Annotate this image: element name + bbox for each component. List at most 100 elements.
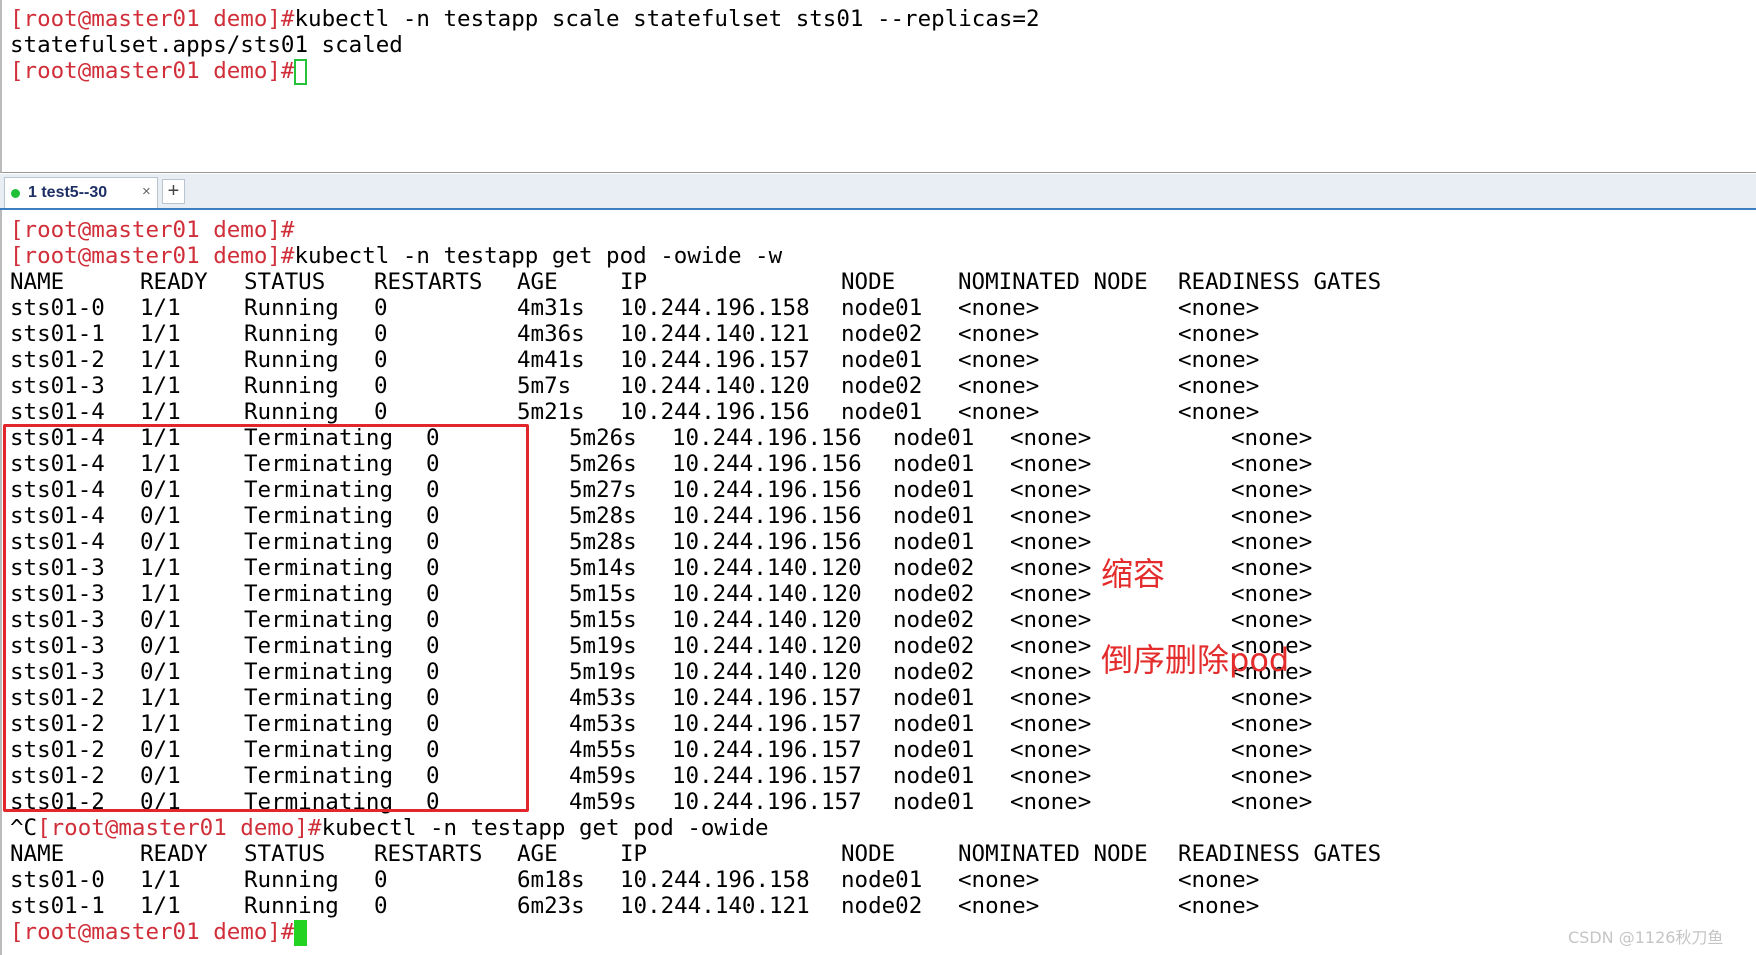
readiness-gates-cell: <none> (1231, 763, 1313, 789)
age-cell: 5m26s (569, 425, 637, 451)
nominated-node-cell: <none> (1010, 763, 1092, 789)
readiness-gates-cell: <none> (1178, 399, 1260, 425)
restarts-cell: 0 (374, 893, 388, 919)
age-cell: 4m55s (569, 737, 637, 763)
shell-prompt: [root@master01 demo]# (10, 217, 295, 243)
session-tab-label: 1 test5--30 (28, 184, 108, 201)
table-row: sts01-0 1/1 Running 0 4m31s 10.244.196.158 nod… (10, 295, 1750, 321)
ip-cell: 10.244.196.156 (672, 425, 862, 451)
restarts-cell: 0 (374, 347, 388, 373)
scale-down-annotation: 缩容 (1101, 555, 1166, 593)
node-cell: node01 (841, 399, 923, 425)
age-cell: 5m19s (569, 633, 637, 659)
status-cell: STATUS (244, 269, 326, 295)
ip-cell: 10.244.196.157 (672, 737, 862, 763)
readiness-gates-cell: <none> (1231, 789, 1313, 815)
table-row: sts01-1 1/1 Running 0 4m36s 10.244.140.121 nod… (10, 321, 1750, 347)
ip-cell: 10.244.196.157 (672, 685, 862, 711)
status-cell: Running (244, 893, 339, 919)
table-header-row: NAME READY STATUS RESTARTS AGE IP NODE NOMINATE… (10, 269, 1750, 295)
restarts-cell: 0 (374, 373, 388, 399)
node-cell: node01 (893, 425, 975, 451)
ready-cell: 1/1 (140, 295, 181, 321)
shell-prompt: [root@master01 demo]# (10, 58, 295, 84)
ip-cell: IP (620, 269, 648, 295)
age-cell: 5m19s (569, 659, 637, 685)
readiness-gates-cell: <none> (1231, 711, 1313, 737)
nominated-node-cell: <none> (958, 893, 1040, 919)
pod-name-cell: sts01-1 (10, 321, 105, 347)
connection-status-icon (11, 189, 20, 198)
status-cell: Running (244, 373, 339, 399)
ip-cell: 10.244.140.120 (672, 633, 862, 659)
close-tab-icon[interactable]: × (142, 183, 151, 200)
table-row: sts01-3 1/1 Running 0 5m7s 10.244.140.120 node… (10, 373, 1750, 399)
age-cell: 5m26s (569, 451, 637, 477)
nominated-node-cell: <none> (958, 867, 1040, 893)
terminal-line: [root@master01 demo]#kubectl -n testapp … (10, 6, 1040, 32)
readiness-gates-cell: <none> (1231, 425, 1313, 451)
ip-cell: 10.244.140.121 (620, 893, 810, 919)
node-cell: node02 (893, 555, 975, 581)
ip-cell: 10.244.196.158 (620, 295, 810, 321)
table-row: sts01-1 1/1 Running 0 6m23s 10.244.140.121 nod… (10, 893, 1750, 919)
age-cell: 6m23s (517, 893, 585, 919)
ip-cell: 10.244.140.120 (672, 659, 862, 685)
readiness-gates-cell: <none> (1178, 867, 1260, 893)
ip-cell: 10.244.196.156 (672, 529, 862, 555)
readiness-gates-cell: <none> (1231, 529, 1313, 555)
terminal-line: [root@master01 demo]# (10, 58, 308, 85)
table-row: sts01-4 1/1 Running 0 5m21s 10.244.196.156 nod… (10, 399, 1750, 425)
ip-cell: 10.244.196.156 (672, 451, 862, 477)
pod-name-cell: NAME (10, 841, 65, 867)
readiness-gates-cell: <none> (1178, 373, 1260, 399)
status-cell: Running (244, 347, 339, 373)
add-tab-button[interactable]: + (162, 179, 185, 204)
ready-cell: 1/1 (140, 399, 181, 425)
node-cell: node02 (893, 607, 975, 633)
nominated-node-cell: <none> (1010, 607, 1092, 633)
node-cell: NODE (841, 269, 896, 295)
nominated-node-cell: <none> (1010, 789, 1092, 815)
node-cell: node01 (893, 711, 975, 737)
age-cell: 4m41s (517, 347, 585, 373)
ip-cell: 10.244.196.157 (672, 789, 862, 815)
restarts-cell: 0 (374, 295, 388, 321)
session-tab[interactable]: 1 test5--30 × (4, 177, 158, 208)
age-cell: AGE (517, 269, 558, 295)
node-cell: node02 (841, 893, 923, 919)
watermark: CSDN @1126秋刀鱼 (1568, 928, 1724, 947)
readiness-gates-cell: <none> (1231, 685, 1313, 711)
ready-cell: READY (140, 269, 208, 295)
node-cell: node02 (841, 321, 923, 347)
upper-terminal-pane[interactable]: [root@master01 demo]#kubectl -n testapp … (0, 0, 1756, 173)
age-cell: 5m28s (569, 529, 637, 555)
ready-cell: 1/1 (140, 321, 181, 347)
nominated-node-cell: <none> (1010, 633, 1092, 659)
nominated-node-cell: <none> (1010, 685, 1092, 711)
nominated-node-cell: <none> (958, 321, 1040, 347)
output-text: statefulset.apps/sts01 scaled (10, 32, 403, 58)
shell-prompt: [root@master01 demo]# (10, 243, 295, 269)
readiness-gates-cell: READINESS GATES (1178, 269, 1382, 295)
ready-cell: 1/1 (140, 373, 181, 399)
node-cell: node02 (893, 581, 975, 607)
nominated-node-cell: <none> (1010, 581, 1092, 607)
ip-cell: 10.244.140.120 (672, 555, 862, 581)
session-tab-bar: 1 test5--30 × + (0, 174, 1756, 210)
table-row: sts01-2 1/1 Running 0 4m41s 10.244.196.157 nod… (10, 347, 1750, 373)
nominated-node-cell: NOMINATED NODE (958, 269, 1148, 295)
pod-name-cell: sts01-1 (10, 893, 105, 919)
shell-prompt: [root@master01 demo]# (10, 919, 295, 945)
age-cell: 6m18s (517, 867, 585, 893)
node-cell: node02 (841, 373, 923, 399)
node-cell: node02 (893, 659, 975, 685)
ip-cell: 10.244.140.120 (620, 373, 810, 399)
pod-name-cell: sts01-2 (10, 347, 105, 373)
age-cell: 4m31s (517, 295, 585, 321)
ip-cell: 10.244.196.158 (620, 867, 810, 893)
command-text: kubectl -n testapp get pod -owide (321, 815, 769, 841)
status-cell: Running (244, 295, 339, 321)
node-cell: node01 (893, 789, 975, 815)
nominated-node-cell: <none> (958, 295, 1040, 321)
